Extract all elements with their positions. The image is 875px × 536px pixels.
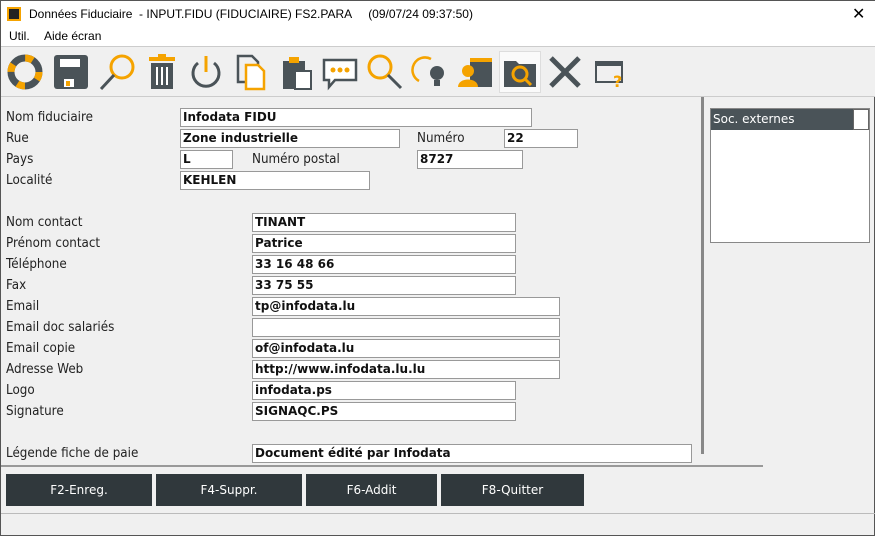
chat-icon[interactable] (319, 51, 361, 93)
label-contact: Email copie (6, 341, 76, 356)
addit-button[interactable]: F6-Addit (306, 474, 437, 506)
label-numero-postal: Numéro postal (252, 152, 340, 167)
label-contact: Email (6, 299, 40, 314)
label-rue: Rue (6, 131, 29, 146)
label-legende: Légende fiche de paie (6, 446, 139, 461)
contact-input[interactable]: Patrice (252, 234, 516, 253)
contact-input[interactable]: tp@infodata.lu (252, 297, 560, 316)
delete-button[interactable]: F4-Suppr. (156, 474, 302, 506)
label-numero: Numéro (417, 131, 465, 146)
label-contact: Email doc salariés (6, 320, 115, 335)
panel-scroll-box[interactable] (853, 109, 869, 130)
soc-externes-header: Soc. externes (711, 109, 853, 130)
close-button[interactable]: ✕ (852, 4, 865, 23)
save-icon[interactable] (50, 51, 92, 93)
paste-icon[interactable] (275, 51, 317, 93)
nom-fiduciaire-input[interactable]: Infodata FIDU (180, 108, 532, 127)
legende-input[interactable]: Document édité par Infodata (252, 444, 692, 463)
app-icon (7, 7, 21, 21)
horizontal-divider (1, 465, 763, 467)
contact-input[interactable]: 33 75 55 (252, 276, 516, 295)
contact-input[interactable]: TINANT (252, 213, 516, 232)
contact-input[interactable]: of@infodata.lu (252, 339, 560, 358)
user-calendar-icon[interactable] (454, 51, 496, 93)
contact-input[interactable] (252, 318, 560, 337)
lifebuoy-icon[interactable] (4, 51, 46, 93)
contact-input[interactable]: SIGNAQC.PS (252, 402, 516, 421)
label-contact: Fax (6, 278, 27, 293)
quit-button[interactable]: F8-Quitter (441, 474, 584, 506)
toolbar: ? (1, 47, 875, 97)
menu-bar: Util. Aide écran (1, 27, 875, 47)
numero-postal-input[interactable]: 8727 (417, 150, 523, 169)
contact-input[interactable]: infodata.ps (252, 381, 516, 400)
soc-externes-panel[interactable]: Soc. externes (710, 108, 870, 243)
contact-input[interactable]: http://www.infodata.lu.lu (252, 360, 560, 379)
save-button[interactable]: F2-Enreg. (6, 474, 152, 506)
pays-input[interactable]: L (180, 150, 233, 169)
label-contact: Prénom contact (6, 236, 101, 251)
label-pays: Pays (6, 152, 34, 167)
label-contact: Adresse Web (6, 362, 84, 377)
vertical-divider (701, 97, 704, 454)
window-help-icon[interactable]: ? (589, 51, 631, 93)
label-nom-fiduciaire: Nom fiduciaire (6, 110, 93, 125)
label-contact: Logo (6, 383, 35, 398)
localite-input[interactable]: KEHLEN (180, 171, 370, 190)
svg-text:?: ? (613, 72, 622, 91)
tools-icon[interactable] (544, 51, 586, 93)
refresh-idea-icon[interactable] (409, 51, 451, 93)
power-icon[interactable] (185, 51, 227, 93)
label-localite: Localité (6, 173, 53, 188)
window-title: Données Fiduciaire - INPUT.FIDU (FIDUCIA… (29, 7, 473, 21)
zoom-icon[interactable] (364, 51, 406, 93)
label-contact: Nom contact (6, 215, 83, 230)
menu-aide-ecran[interactable]: Aide écran (44, 29, 101, 43)
label-contact: Téléphone (6, 257, 67, 272)
rue-input[interactable]: Zone industrielle (180, 129, 400, 148)
menu-util[interactable]: Util. (9, 29, 30, 43)
copy-icon[interactable] (230, 51, 272, 93)
folder-search-icon[interactable] (499, 51, 541, 93)
title-bar: Données Fiduciaire - INPUT.FIDU (FIDUCIA… (1, 1, 875, 27)
contact-input[interactable]: 33 16 48 66 (252, 255, 516, 274)
trash-icon[interactable] (141, 51, 183, 93)
label-contact: Signature (6, 404, 64, 419)
status-bar (1, 513, 875, 514)
search-icon[interactable] (96, 51, 138, 93)
numero-input[interactable]: 22 (504, 129, 578, 148)
